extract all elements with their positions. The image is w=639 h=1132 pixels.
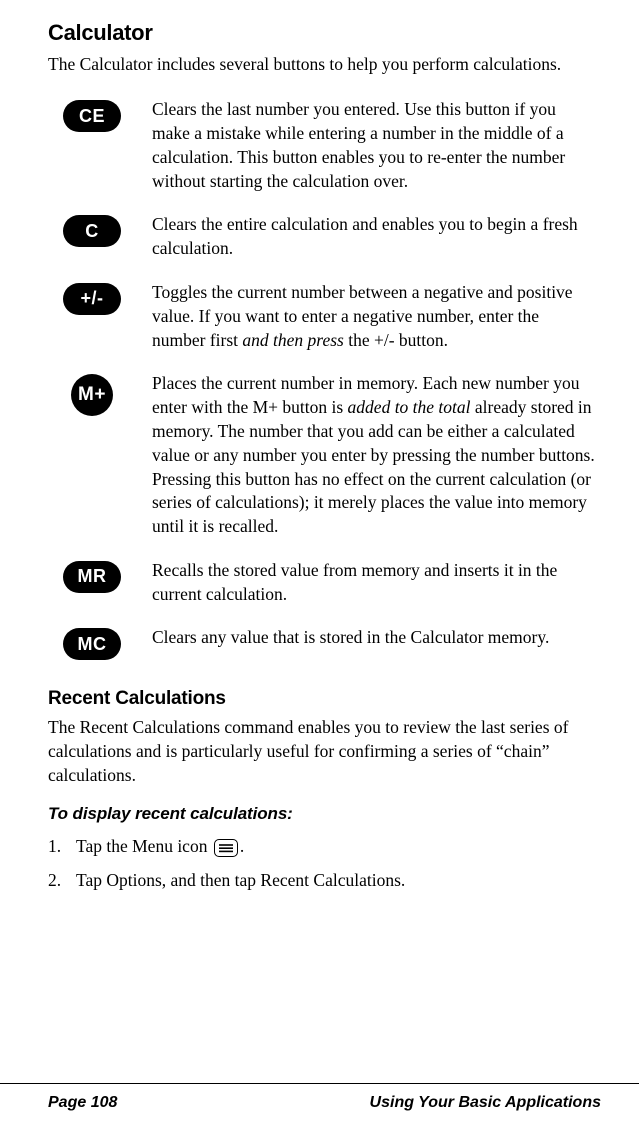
button-definitions: CE Clears the last number you entered. U… <box>56 98 601 660</box>
definition-row: C Clears the entire calculation and enab… <box>56 213 601 261</box>
definition-text: Toggles the current number between a neg… <box>152 281 601 352</box>
definition-text: Recalls the stored value from memory and… <box>152 559 601 607</box>
definition-text: Places the current number in memory. Eac… <box>152 372 601 539</box>
page-footer: Page 108 Using Your Basic Applications <box>0 1083 639 1112</box>
step-number: 1. <box>48 832 66 860</box>
intro-paragraph: The Calculator includes several buttons … <box>48 52 601 76</box>
steps-list: 1. Tap the Menu icon . 2. Tap Options, a… <box>48 832 601 894</box>
step-text: Tap Options, and then tap Recent Calcula… <box>76 866 405 894</box>
definition-text: Clears the last number you entered. Use … <box>152 98 601 193</box>
definition-row: +/- Toggles the current number between a… <box>56 281 601 352</box>
mc-button-icon: MC <box>63 628 121 660</box>
section-title: Calculator <box>48 20 601 46</box>
howto-heading: To display recent calculations: <box>48 804 601 824</box>
definition-text: Clears the entire calculation and enable… <box>152 213 601 261</box>
c-button-icon: C <box>63 215 121 247</box>
subsection-title: Recent Calculations <box>48 688 601 710</box>
definition-row: CE Clears the last number you entered. U… <box>56 98 601 193</box>
ce-button-icon: CE <box>63 100 121 132</box>
step-item: 2. Tap Options, and then tap Recent Calc… <box>48 866 601 894</box>
mr-button-icon: MR <box>63 561 121 593</box>
subsection-intro: The Recent Calculations command enables … <box>48 716 601 787</box>
definition-row: M+ Places the current number in memory. … <box>56 372 601 539</box>
definition-text: Clears any value that is stored in the C… <box>152 626 555 650</box>
menu-icon <box>214 839 238 857</box>
step-text: Tap the Menu icon . <box>76 832 244 860</box>
step-item: 1. Tap the Menu icon . <box>48 832 601 860</box>
page-number: Page 108 <box>48 1094 117 1112</box>
step-number: 2. <box>48 866 66 894</box>
plus-minus-button-icon: +/- <box>63 283 121 315</box>
m-plus-button-icon: M+ <box>71 374 113 416</box>
footer-chapter: Using Your Basic Applications <box>370 1094 601 1112</box>
definition-row: MC Clears any value that is stored in th… <box>56 626 601 660</box>
definition-row: MR Recalls the stored value from memory … <box>56 559 601 607</box>
